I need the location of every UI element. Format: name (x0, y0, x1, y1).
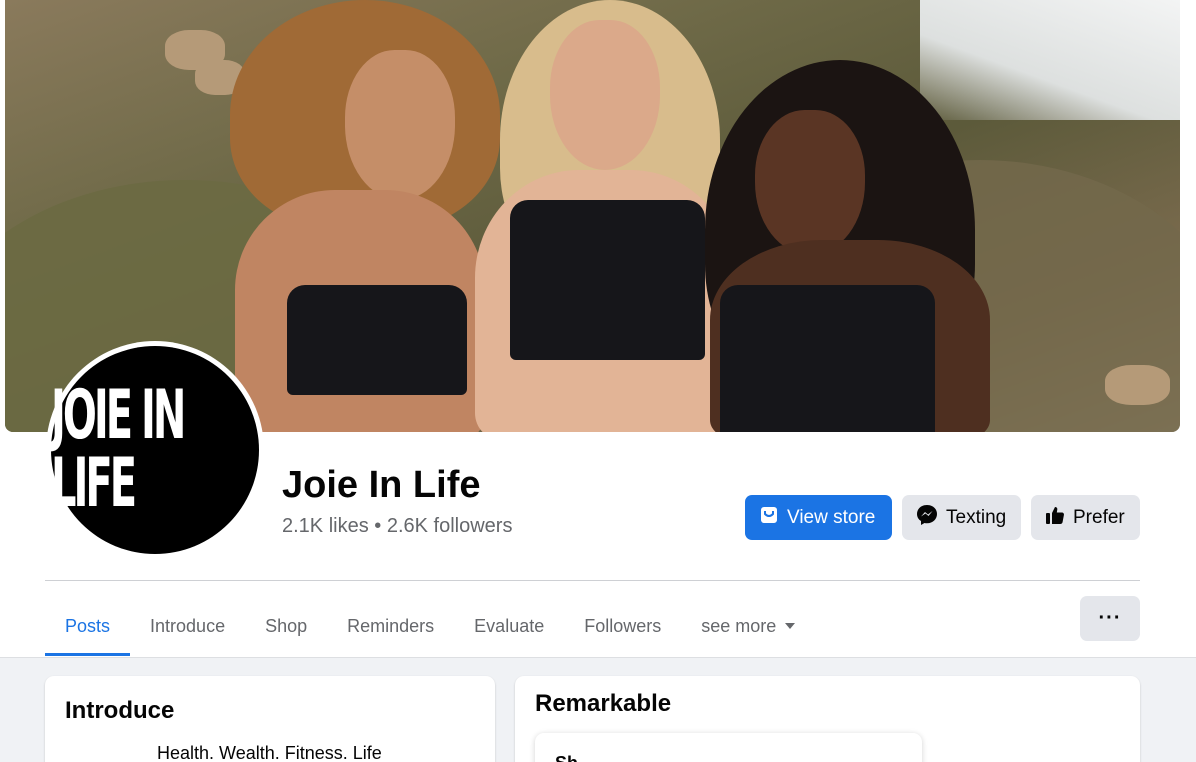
remarkable-card: Remarkable Sh (515, 676, 1140, 762)
profile-avatar[interactable]: JOIE IN LIFE (46, 341, 264, 559)
featured-item-card[interactable]: Sh (535, 733, 922, 762)
messenger-icon (916, 504, 938, 532)
cover-rock (1105, 365, 1170, 405)
tab-label: Reminders (347, 615, 435, 636)
ellipsis-icon: ··· (1098, 607, 1122, 629)
header-divider (45, 580, 1140, 581)
texting-button[interactable]: Texting (902, 495, 1021, 540)
tab-see-more[interactable]: see more (681, 596, 816, 656)
tab-shop[interactable]: Shop (245, 596, 327, 656)
cover-sky (920, 0, 1180, 120)
tab-label: Introduce (150, 615, 226, 636)
remarkable-title: Remarkable (535, 690, 672, 717)
prefer-label: Prefer (1073, 506, 1125, 528)
tab-reminders[interactable]: Reminders (327, 596, 454, 656)
caret-down-icon (784, 616, 796, 637)
tab-label: Posts (65, 615, 111, 636)
view-store-button[interactable]: View store (745, 495, 892, 540)
view-store-label: View store (787, 506, 876, 528)
introduce-card: Introduce Health. Wealth. Fitness. Life (45, 676, 495, 762)
featured-item-label: Sh (555, 753, 578, 762)
tab-label: see more (701, 615, 777, 636)
texting-label: Texting (946, 506, 1007, 528)
brand-logo: JOIE IN LIFE (51, 346, 259, 554)
tab-evaluate[interactable]: Evaluate (454, 596, 564, 656)
tab-followers[interactable]: Followers (564, 596, 681, 656)
thumbs-up-icon (1045, 505, 1065, 531)
introduce-title: Introduce (65, 697, 175, 724)
store-icon (759, 505, 779, 531)
tab-introduce[interactable]: Introduce (130, 596, 245, 656)
intro-bio: Health. Wealth. Fitness. Life (157, 743, 382, 762)
page-title: Joie In Life (282, 464, 481, 506)
profile-tabs: Posts Introduce Shop Reminders Evaluate … (45, 596, 816, 656)
tab-posts[interactable]: Posts (45, 596, 131, 656)
tab-label: Followers (584, 615, 662, 636)
tab-label: Shop (265, 615, 308, 636)
prefer-button[interactable]: Prefer (1031, 495, 1140, 540)
logo-text: JOIE IN LIFE (51, 376, 186, 524)
tab-label: Evaluate (474, 615, 545, 636)
page-stats[interactable]: 2.1K likes • 2.6K followers (282, 515, 512, 538)
more-options-button[interactable]: ··· (1080, 596, 1140, 641)
